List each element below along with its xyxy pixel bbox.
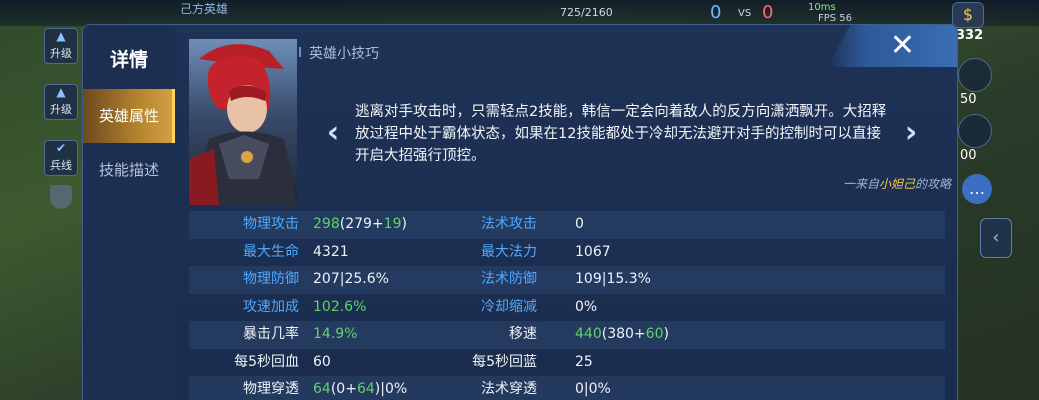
tips-header: 英雄小技巧 bbox=[299, 43, 379, 63]
stat-label: 每5秒回蓝 bbox=[472, 353, 537, 370]
upgrade-skill-button[interactable]: ▲ 升级 bbox=[44, 28, 78, 64]
chevron-left-icon[interactable]: ‹ bbox=[319, 115, 347, 151]
ally-kills: 0 bbox=[710, 2, 722, 23]
stat-label: 最大法力 bbox=[481, 243, 537, 260]
stat-value: 25 bbox=[575, 353, 593, 370]
stat-label: 每5秒回血 bbox=[234, 353, 299, 370]
stat-value: 0% bbox=[575, 298, 598, 315]
stat-row: 攻速加成 102.6% 冷却缩减 0% bbox=[189, 294, 945, 322]
stat-value: 0 bbox=[575, 216, 584, 232]
stat-row: 物理防御 207|25.6% 法术防御 109|15.3% bbox=[189, 266, 945, 294]
item-slot[interactable] bbox=[958, 114, 992, 148]
chat-icon[interactable]: … bbox=[962, 174, 992, 204]
stat-label: 暴击几率 bbox=[243, 326, 299, 342]
stat-label: 物理攻击 bbox=[243, 216, 299, 232]
vs-label: VS bbox=[738, 8, 752, 19]
item-value: 50 bbox=[960, 92, 977, 107]
chevron-left-icon[interactable]: ‹ bbox=[980, 218, 1012, 258]
shield-icon[interactable] bbox=[50, 185, 72, 209]
stat-label: 法术攻击 bbox=[481, 216, 537, 232]
stat-value: 4321 bbox=[313, 243, 349, 260]
stat-label: 物理防御 bbox=[243, 271, 299, 287]
team-heroes-label: 己方英雄 bbox=[180, 2, 229, 16]
stat-row: 每5秒回血 60 每5秒回蓝 25 bbox=[189, 349, 945, 377]
tab-hero-attributes[interactable]: 英雄属性 bbox=[83, 89, 175, 143]
soldier-line-button[interactable]: ✔ 兵线 bbox=[44, 140, 78, 176]
chevron-right-icon[interactable]: › bbox=[897, 115, 925, 151]
stats-table: 物理攻击 298(279+19) 法术攻击 0 最大生命 4321 最大法力 1… bbox=[189, 211, 945, 400]
tips-text: 逃离对手攻击时，只需轻点2技能，韩信一定会向着敌人的反方向潇洒飘开。大招释放过程… bbox=[355, 104, 887, 164]
check-icon: ✔ bbox=[55, 141, 67, 155]
enemy-kills: 0 bbox=[762, 2, 774, 23]
stat-label: 最大生命 bbox=[243, 243, 299, 260]
gold-amount: 332 bbox=[956, 28, 984, 43]
hero-portrait bbox=[189, 39, 297, 205]
stat-row: 最大生命 4321 最大法力 1067 bbox=[189, 239, 945, 267]
stat-value: 207|25.6% bbox=[313, 271, 389, 287]
stat-value: 298(279+19) bbox=[313, 216, 407, 232]
network-latency: 10ms bbox=[808, 2, 836, 13]
arrow-up-icon: ▲ bbox=[56, 85, 66, 99]
stat-value: 0|0% bbox=[575, 381, 611, 397]
match-score: 725/2160 bbox=[560, 6, 613, 19]
tips-credit: 一来自小妲己的攻略 bbox=[843, 177, 952, 191]
modal-content: ✕ 英雄小技巧 ‹ 逃离对手攻击时，只需轻点2技能，韩信一定会向着敌人的反方向潇… bbox=[175, 25, 957, 400]
upgrade-skill-button[interactable]: ▲ 升级 bbox=[44, 84, 78, 120]
stat-value: 440(380+60) bbox=[575, 326, 669, 342]
close-icon[interactable]: ✕ bbox=[890, 29, 915, 63]
item-slot[interactable] bbox=[958, 58, 992, 92]
stat-label: 法术穿透 bbox=[481, 381, 537, 397]
stat-label: 物理穿透 bbox=[243, 381, 299, 397]
stat-value: 14.9% bbox=[313, 326, 358, 342]
modal-sidebar: 详情 英雄属性 技能描述 bbox=[83, 25, 175, 400]
stat-row: 暴击几率 14.9% 移速 440(380+60) bbox=[189, 321, 945, 349]
stat-value: 109|15.3% bbox=[575, 271, 651, 287]
arrow-up-icon: ▲ bbox=[56, 29, 66, 43]
top-hud-bar bbox=[0, 0, 1039, 26]
tab-skill-description[interactable]: 技能描述 bbox=[83, 143, 175, 197]
stat-row: 物理攻击 298(279+19) 法术攻击 0 bbox=[189, 211, 945, 239]
stat-value: 102.6% bbox=[313, 298, 367, 315]
item-value: 00 bbox=[960, 148, 977, 163]
stat-label: 攻速加成 bbox=[243, 298, 299, 315]
stat-label: 法术防御 bbox=[481, 271, 537, 287]
stat-label: 移速 bbox=[509, 326, 537, 342]
fps-counter: FPS 56 bbox=[818, 13, 853, 24]
stat-value: 60 bbox=[313, 353, 331, 370]
modal-title: 详情 bbox=[109, 49, 148, 71]
stat-value: 64(0+64)|0% bbox=[313, 381, 408, 397]
tips-author[interactable]: 小妲己 bbox=[879, 177, 915, 191]
hero-details-modal: 详情 英雄属性 技能描述 ✕ 英雄小技巧 ‹ 逃离对手攻击时，只需轻点2技能，韩… bbox=[82, 24, 958, 400]
stat-row: 物理穿透 64(0+64)|0% 法术穿透 0|0% bbox=[189, 376, 945, 400]
stat-value: 1067 bbox=[575, 243, 611, 260]
stat-label: 冷却缩减 bbox=[481, 298, 537, 315]
hero-portrait-art bbox=[189, 44, 297, 205]
